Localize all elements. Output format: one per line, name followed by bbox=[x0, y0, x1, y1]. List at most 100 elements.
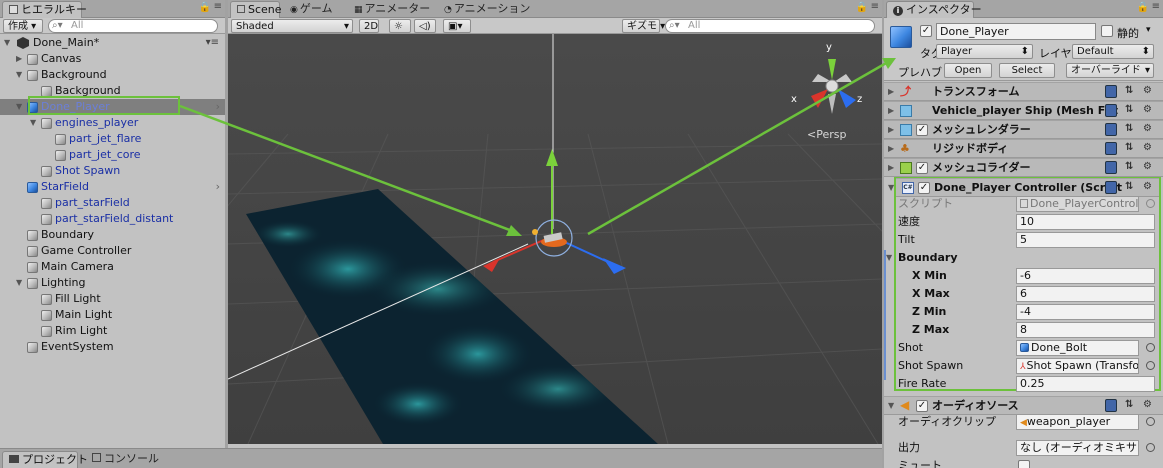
expand-arrow-icon[interactable]: ▼ bbox=[16, 67, 26, 83]
scene-viewport[interactable]: y x z <Persp bbox=[228, 34, 882, 444]
gear-icon[interactable]: ⚙ bbox=[1143, 85, 1152, 98]
hierarchy-item[interactable]: part_jet_core bbox=[0, 147, 225, 163]
object-name-field[interactable]: Done_Player bbox=[936, 23, 1096, 40]
gear-icon[interactable]: ⚙ bbox=[1143, 161, 1152, 174]
mode-2d-button[interactable]: 2D bbox=[359, 19, 379, 33]
layer-dropdown[interactable]: Default ⬍ bbox=[1072, 44, 1154, 59]
component-mesh-collider[interactable]: ▶ ✓ メッシュコライダー ⇅ ⚙ bbox=[884, 158, 1163, 177]
help-book-icon[interactable] bbox=[1105, 123, 1117, 136]
hierarchy-item[interactable]: part_starField bbox=[0, 195, 225, 211]
chevron-right-icon[interactable]: › bbox=[216, 179, 220, 195]
lock-icon[interactable]: 🔒 bbox=[1137, 2, 1149, 13]
hierarchy-item[interactable]: part_starField_distant bbox=[0, 211, 225, 227]
fire-rate-input[interactable]: 0.25 bbox=[1016, 376, 1155, 392]
scene-search-input[interactable]: ⌕▾ All bbox=[665, 19, 875, 33]
component-mesh-renderer[interactable]: ▶ ✓ メッシュレンダラー ⇅ ⚙ bbox=[884, 120, 1163, 139]
audio-clip-object-field[interactable]: ◀weapon_player bbox=[1016, 414, 1139, 430]
panel-menu-icon[interactable]: ≡ bbox=[1152, 1, 1160, 12]
hierarchy-item[interactable]: Background bbox=[0, 83, 225, 99]
preset-icon[interactable]: ⇅ bbox=[1125, 85, 1133, 98]
hierarchy-item[interactable]: ▼ Done_Player › bbox=[0, 99, 225, 115]
persp-label[interactable]: <Persp bbox=[807, 128, 846, 141]
hierarchy-item[interactable]: part_jet_flare bbox=[0, 131, 225, 147]
component-mesh-filter[interactable]: ▶ Vehicle_player Ship (Mesh Filt ⇅ ⚙ bbox=[884, 101, 1163, 120]
enabled-checkbox[interactable]: ✓ bbox=[916, 400, 928, 412]
tab-hierarchy[interactable]: ヒエラルキー bbox=[2, 1, 87, 18]
help-book-icon[interactable] bbox=[1105, 142, 1117, 155]
object-picker-icon[interactable] bbox=[1146, 199, 1155, 208]
hierarchy-search-input[interactable]: ⌕▾ All bbox=[48, 19, 218, 33]
scene-menu-icon[interactable]: ▾≡ bbox=[206, 35, 219, 51]
field-boundary[interactable]: ▼ Boundary bbox=[886, 249, 1159, 267]
hierarchy-item[interactable]: ▼ Background bbox=[0, 67, 225, 83]
speed-input[interactable]: 10 bbox=[1016, 214, 1155, 230]
tab-animator[interactable]: ▦ アニメーター bbox=[348, 1, 434, 18]
gizmos-dropdown[interactable]: ギズモ ▾ bbox=[622, 19, 665, 33]
tab-project[interactable]: プロジェクト bbox=[2, 451, 88, 468]
enabled-checkbox[interactable]: ✓ bbox=[916, 124, 928, 136]
preset-icon[interactable]: ⇅ bbox=[1125, 161, 1133, 174]
collapse-arrow-icon[interactable]: ▶ bbox=[888, 140, 894, 158]
preset-icon[interactable]: ⇅ bbox=[1125, 142, 1133, 155]
shot-spawn-object-field[interactable]: ⅄Shot Spawn (Transfor bbox=[1016, 358, 1139, 374]
component-rigidbody[interactable]: ▶ ♣ リジッドボディ ⇅ ⚙ bbox=[884, 139, 1163, 158]
enabled-checkbox[interactable]: ✓ bbox=[916, 162, 928, 174]
audio-toggle[interactable]: ◁) bbox=[414, 19, 436, 33]
effects-toggle[interactable]: ▣▾ bbox=[443, 19, 471, 33]
object-picker-icon[interactable] bbox=[1146, 443, 1155, 452]
tab-game[interactable]: ◉ ゲーム bbox=[284, 1, 344, 18]
gear-icon[interactable]: ⚙ bbox=[1143, 104, 1152, 117]
xmax-input[interactable]: 6 bbox=[1016, 286, 1155, 302]
tab-animation[interactable]: ◔ アニメーション bbox=[438, 1, 538, 18]
tag-dropdown[interactable]: Player ⬍ bbox=[936, 44, 1033, 59]
help-book-icon[interactable] bbox=[1105, 85, 1117, 98]
hierarchy-item[interactable]: ▼ Lighting bbox=[0, 275, 225, 291]
object-picker-icon[interactable] bbox=[1146, 343, 1155, 352]
output-object-field[interactable]: なし (オーディオミキサーグルー bbox=[1016, 440, 1139, 456]
gear-icon[interactable]: ⚙ bbox=[1143, 142, 1152, 155]
expand-arrow-icon[interactable]: ▼ bbox=[16, 275, 26, 291]
gear-icon[interactable]: ⚙ bbox=[1143, 123, 1152, 136]
help-book-icon[interactable] bbox=[1105, 161, 1117, 174]
scene-canvas[interactable]: y x z <Persp bbox=[228, 34, 882, 444]
collapse-arrow-icon[interactable]: ▶ bbox=[888, 121, 894, 139]
object-active-checkbox[interactable]: ✓ bbox=[920, 25, 932, 37]
zmin-input[interactable]: -4 bbox=[1016, 304, 1155, 320]
expand-arrow-icon[interactable]: ▼ bbox=[16, 99, 26, 115]
help-book-icon[interactable] bbox=[1105, 104, 1117, 117]
preset-icon[interactable]: ⇅ bbox=[1125, 104, 1133, 117]
lighting-toggle[interactable]: ☼ bbox=[389, 19, 411, 33]
orient-center[interactable] bbox=[825, 79, 839, 93]
expand-arrow-icon[interactable]: ▼ bbox=[30, 115, 40, 131]
shot-object-field[interactable]: Done_Bolt bbox=[1016, 340, 1139, 356]
object-picker-icon[interactable] bbox=[1146, 417, 1155, 426]
xmin-input[interactable]: -6 bbox=[1016, 268, 1155, 284]
hierarchy-item[interactable]: EventSystem bbox=[0, 339, 225, 355]
object-picker-icon[interactable] bbox=[1146, 361, 1155, 370]
panel-menu-icon[interactable]: ≡ bbox=[214, 1, 222, 12]
lock-icon[interactable]: 🔒 bbox=[199, 2, 211, 13]
prefab-override-dropdown[interactable]: オーバーライド ▾ bbox=[1066, 63, 1154, 78]
lock-icon[interactable]: 🔒 bbox=[856, 2, 868, 13]
collapse-arrow-icon[interactable]: ▶ bbox=[888, 159, 894, 177]
hierarchy-item[interactable]: Fill Light bbox=[0, 291, 225, 307]
prefab-select-button[interactable]: Select bbox=[999, 63, 1055, 78]
expand-arrow-icon[interactable]: ▼ bbox=[4, 35, 14, 51]
static-dropdown-arrow[interactable]: ▾ bbox=[1146, 25, 1151, 35]
gear-icon[interactable]: ⚙ bbox=[1143, 399, 1152, 412]
help-book-icon[interactable] bbox=[1105, 181, 1117, 194]
hierarchy-item[interactable]: Main Camera bbox=[0, 259, 225, 275]
collapse-arrow-icon[interactable]: ▶ bbox=[888, 83, 894, 101]
hierarchy-item[interactable]: StarField › bbox=[0, 179, 225, 195]
preset-icon[interactable]: ⇅ bbox=[1125, 399, 1133, 412]
scene-root-row[interactable]: ▼ Done_Main* ▾≡ bbox=[0, 35, 225, 51]
shading-mode-dropdown[interactable]: Shaded ▾ bbox=[231, 19, 353, 33]
panel-menu-icon[interactable]: ≡ bbox=[871, 1, 879, 12]
collapse-arrow-icon[interactable]: ▶ bbox=[888, 102, 894, 120]
preset-icon[interactable]: ⇅ bbox=[1125, 123, 1133, 136]
mute-checkbox[interactable] bbox=[1018, 460, 1030, 468]
static-checkbox[interactable] bbox=[1101, 25, 1113, 37]
tab-inspector[interactable]: i インスペクター bbox=[886, 1, 982, 18]
inspector-scroll-marker[interactable] bbox=[884, 250, 886, 380]
hierarchy-item[interactable]: Shot Spawn bbox=[0, 163, 225, 179]
